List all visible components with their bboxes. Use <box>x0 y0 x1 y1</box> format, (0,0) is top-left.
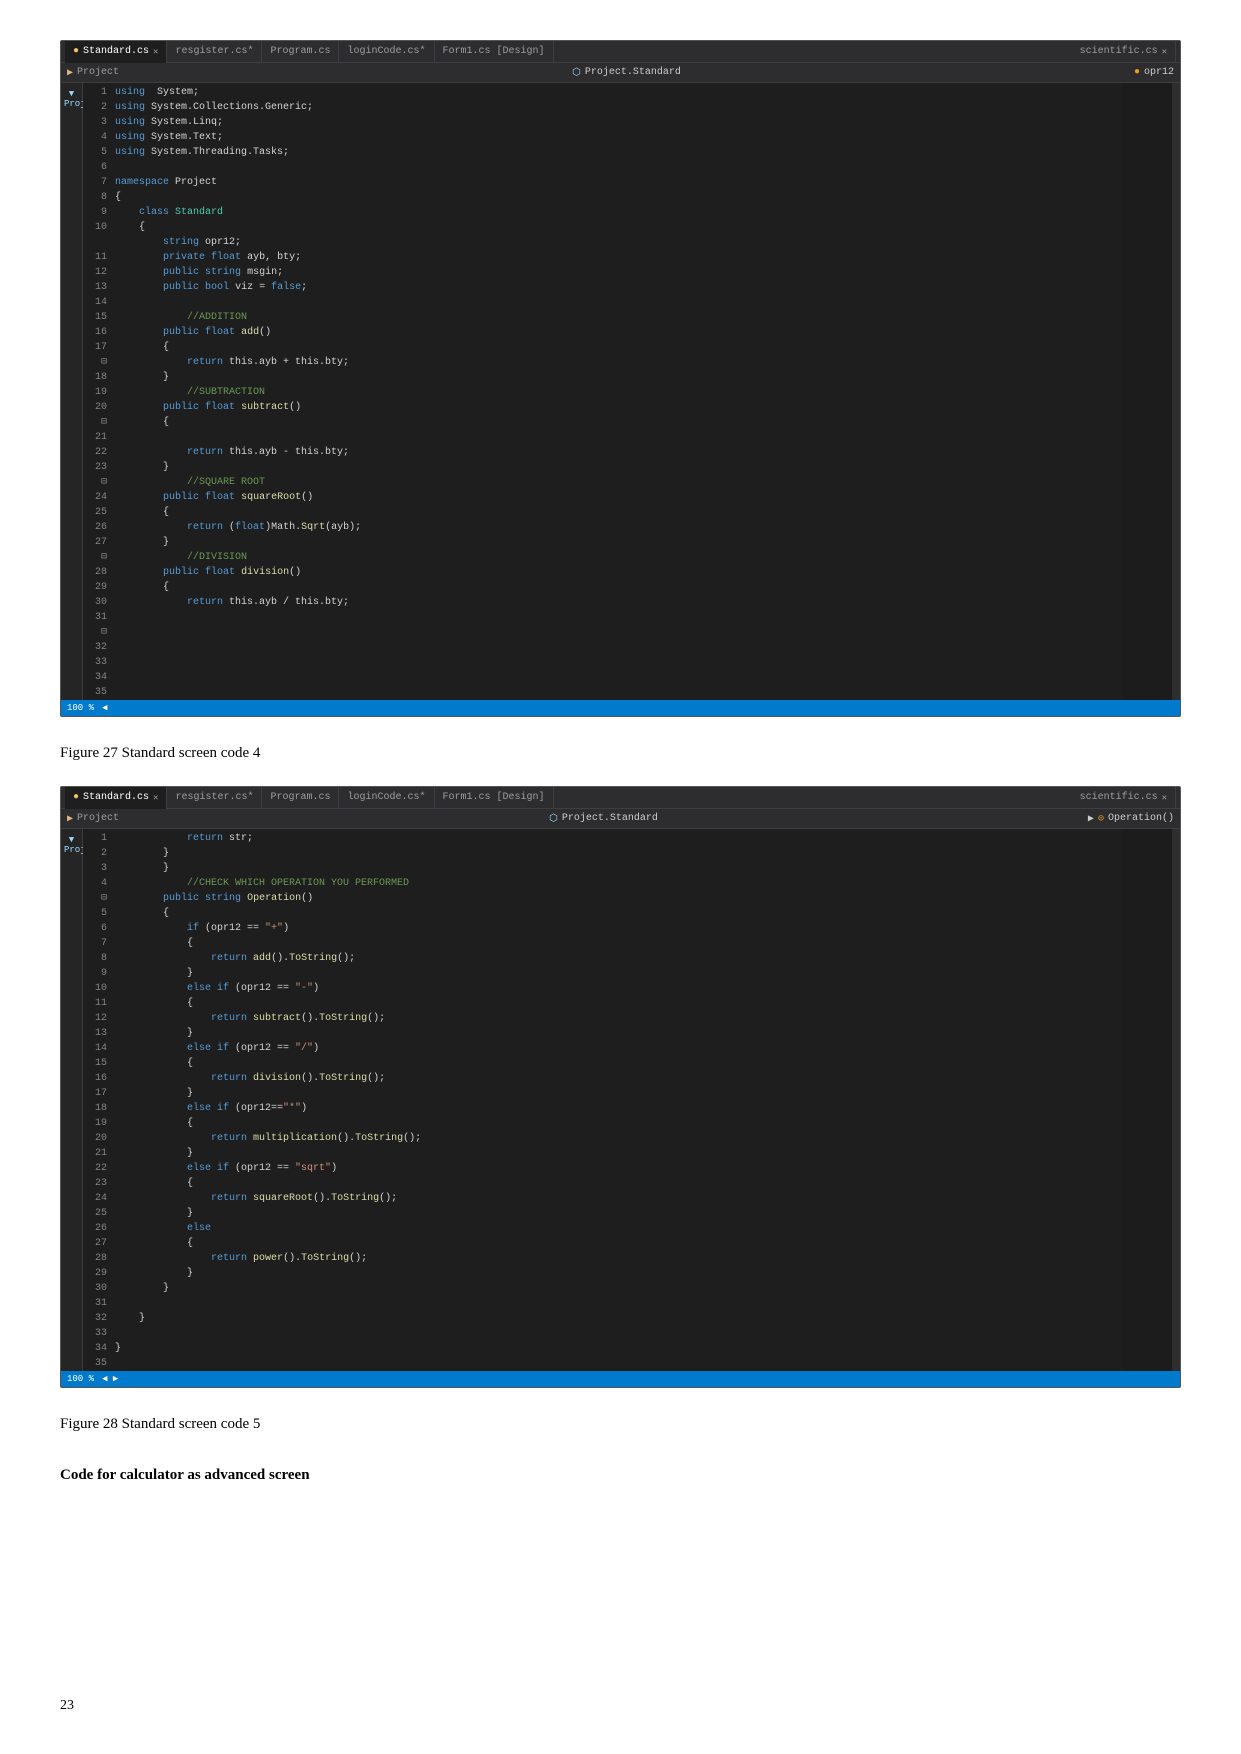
sidebar-project-27[interactable]: ▼ Project <box>61 87 82 111</box>
tab-logincode-27[interactable]: loginCode.cs* <box>339 41 434 63</box>
toolbar-left-27: ▶ Project <box>67 67 119 79</box>
toolbar-project-label-28: Project <box>77 813 119 824</box>
ide-minimap-28 <box>1122 829 1172 1371</box>
ide-scrollbar-28[interactable] <box>1172 829 1180 1371</box>
right-arrow-28: ▶ <box>1088 813 1094 825</box>
toolbar-right-27: ● opr12 <box>1134 67 1174 78</box>
tab-label-form1-27: Form1.cs [Design] <box>443 46 545 57</box>
tab-modified-icon-27: ● <box>73 46 79 57</box>
project-icon-28: ⬡ <box>549 813 558 825</box>
toolbar-right-label-28: Operation() <box>1108 813 1174 824</box>
tab-resgister-27[interactable]: resgister.cs* <box>167 41 262 63</box>
tab-modified-icon-28: ● <box>73 792 79 803</box>
tab-standard-cs-27[interactable]: ● Standard.cs ✕ <box>65 41 167 63</box>
close-icon-27[interactable]: ✕ <box>153 47 158 57</box>
ide-footer-28: 100 % ◀ ▶ <box>61 1371 1180 1387</box>
ide-code-27: using System; using System.Collections.G… <box>111 83 1122 700</box>
tab-resgister-28[interactable]: resgister.cs* <box>167 787 262 809</box>
right-icon-27: ● <box>1134 67 1140 78</box>
toolbar-right-label-27: opr12 <box>1144 67 1174 78</box>
ide-code-28: return str; } } //CHECK WHICH OPERATION … <box>111 829 1122 1371</box>
ide-gutter-28: 12 3 4 ⊟ 5 678910 11121314 15161718 1920… <box>83 829 111 1371</box>
ide-tabbar-27: ● Standard.cs ✕ resgister.cs* Program.cs… <box>61 41 1180 63</box>
close-icon-28[interactable]: ✕ <box>153 793 158 803</box>
project-icon-27: ⬡ <box>572 67 581 79</box>
footer-arrow-27: ◀ <box>102 703 107 713</box>
tab-scientific-28[interactable]: scientific.cs ✕ <box>1072 787 1176 809</box>
tab-label-form1-28: Form1.cs [Design] <box>443 792 545 803</box>
tab-label-resgister-27: resgister.cs* <box>175 46 253 57</box>
toolbar-middle-27: ⬡ Project.Standard <box>127 67 1126 79</box>
ide-sidebar-28: ▼ Project <box>61 829 83 1371</box>
footer-arrows-28: ◀ ▶ <box>102 1374 118 1384</box>
folder-icon-27: ▶ <box>67 67 73 79</box>
toolbar-middle-label-27: Project.Standard <box>585 67 681 78</box>
tab-standard-cs-28[interactable]: ● Standard.cs ✕ <box>65 787 167 809</box>
footer-zoom-27: 100 % <box>67 703 94 713</box>
ide-toolbar-28: ▶ Project ⬡ Project.Standard ▶ ⊙ Operati… <box>61 809 1180 829</box>
sidebar-project-28[interactable]: ▼ Project <box>61 833 82 857</box>
prop-icon-28: ⊙ <box>1098 813 1104 825</box>
ide-toolbar-27: ▶ Project ⬡ Project.Standard ● opr12 <box>61 63 1180 83</box>
close-icon-sci-27[interactable]: ✕ <box>1162 47 1167 57</box>
tab-logincode-28[interactable]: loginCode.cs* <box>339 787 434 809</box>
ide-scrollbar-27[interactable] <box>1172 83 1180 700</box>
footer-zoom-28: 100 % <box>67 1374 94 1384</box>
toolbar-right-28: ▶ ⊙ Operation() <box>1088 813 1174 825</box>
tab-program-27[interactable]: Program.cs <box>262 41 339 63</box>
tab-program-28[interactable]: Program.cs <box>262 787 339 809</box>
tab-label-27: Standard.cs <box>83 46 149 57</box>
ide-gutter-27: 12345 678910 ⊟ 11121314 151617 ⊟ 181920 … <box>83 83 111 700</box>
toolbar-project-label-27: Project <box>77 67 119 78</box>
tab-label-program-27: Program.cs <box>270 46 330 57</box>
tab-label-logincode-27: loginCode.cs* <box>347 46 425 57</box>
tab-scientific-27[interactable]: scientific.cs ✕ <box>1072 41 1176 63</box>
ide-body-28: ▼ Project 12 3 4 ⊟ 5 678910 11121314 151… <box>61 829 1180 1371</box>
ide-body-27: ▼ Project 12345 678910 ⊟ 11121314 151617… <box>61 83 1180 700</box>
close-icon-sci-28[interactable]: ✕ <box>1162 793 1167 803</box>
page-number: 23 <box>60 1698 74 1714</box>
toolbar-middle-label-28: Project.Standard <box>562 813 658 824</box>
tab-label-program-28: Program.cs <box>270 792 330 803</box>
tab-label-scientific-27: scientific.cs <box>1080 46 1158 57</box>
figure27-caption: Figure 27 Standard screen code 4 <box>60 745 1181 762</box>
figure28-ide: ● Standard.cs ✕ resgister.cs* Program.cs… <box>60 786 1181 1388</box>
ide-sidebar-27: ▼ Project <box>61 83 83 700</box>
figure28-caption: Figure 28 Standard screen code 5 <box>60 1416 1181 1433</box>
ide-editor-28: 12 3 4 ⊟ 5 678910 11121314 15161718 1920… <box>83 829 1180 1371</box>
folder-icon-28: ▶ <box>67 813 73 825</box>
tab-label-logincode-28: loginCode.cs* <box>347 792 425 803</box>
toolbar-middle-28: ⬡ Project.Standard <box>127 813 1080 825</box>
tab-label-resgister-28: resgister.cs* <box>175 792 253 803</box>
ide-footer-27: 100 % ◀ <box>61 700 1180 716</box>
ide-minimap-27 <box>1122 83 1172 700</box>
tab-label-28: Standard.cs <box>83 792 149 803</box>
ide-tabbar-28: ● Standard.cs ✕ resgister.cs* Program.cs… <box>61 787 1180 809</box>
page-content: ● Standard.cs ✕ resgister.cs* Program.cs… <box>60 40 1181 1484</box>
section-heading: Code for calculator as advanced screen <box>60 1467 1181 1484</box>
toolbar-left-28: ▶ Project <box>67 813 119 825</box>
tab-label-scientific-28: scientific.cs <box>1080 792 1158 803</box>
tab-form1-27[interactable]: Form1.cs [Design] <box>435 41 554 63</box>
figure27-ide: ● Standard.cs ✕ resgister.cs* Program.cs… <box>60 40 1181 717</box>
tab-form1-28[interactable]: Form1.cs [Design] <box>435 787 554 809</box>
ide-editor-27: 12345 678910 ⊟ 11121314 151617 ⊟ 181920 … <box>83 83 1180 700</box>
